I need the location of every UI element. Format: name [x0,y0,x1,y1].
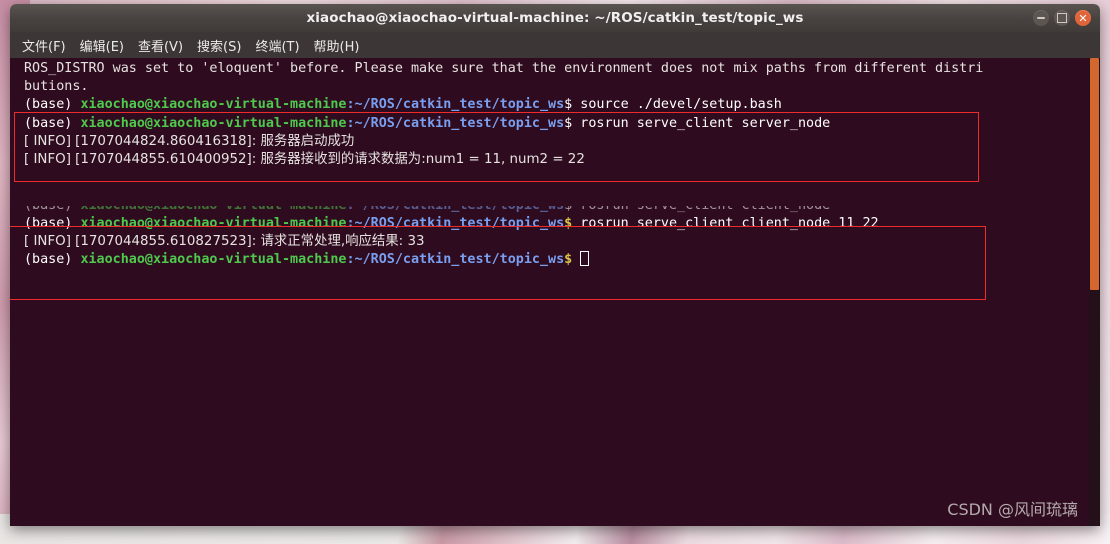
terminal-scrollbar-thumb[interactable] [1090,58,1099,290]
minimize-icon [1037,17,1045,19]
menu-item-view[interactable]: 查看(V) [138,36,183,55]
terminal-line-prompt-source: (base) xiaochao@xiaochao-virtual-machine… [24,96,1100,114]
menu-item-search[interactable]: 搜索(S) [197,36,241,55]
minimize-button[interactable] [1033,10,1049,26]
terminal-ghost-line-clip: (base) xiaochao@xiaochao-virtual-machine… [24,206,1100,215]
terminal-line-prompt-server: (base) xiaochao@xiaochao-virtual-machine… [24,115,1100,133]
terminal-line-info-server-start: [ INFO] [1707044824.860416318]: 服务器启动成功 [24,133,355,149]
command-source: source ./devel/setup.bash [580,97,782,113]
menu-item-file[interactable]: 文件(F) [22,36,66,55]
prompt-user-host: xiaochao@xiaochao-virtual-machine [80,206,346,213]
maximize-button[interactable] [1054,10,1070,26]
maximize-icon [1057,13,1067,23]
prompt-path: :~/ROS/catkin_test/topic_ws [346,252,565,268]
terminal-output[interactable]: ROS_DISTRO was set to 'eloquent' before.… [10,58,1100,526]
close-icon: ✕ [1078,11,1088,25]
menu-item-help[interactable]: 帮助(H) [314,36,360,55]
terminal-line-distro-warning-cont: butions. [24,79,89,95]
menu-item-terminal[interactable]: 终端(T) [255,36,299,55]
prompt-user-host: xiaochao@xiaochao-virtual-machine [80,252,347,268]
terminal-line-distro-warning: ROS_DISTRO was set to 'eloquent' before.… [24,61,984,76]
ghost-command-client: rosrun serve_client client_node [580,206,830,213]
terminal-blank-1 [24,169,1100,187]
prompt-sign: $ [564,252,581,268]
prompt-path: :~/ROS/catkin_test/topic_ws [346,206,564,213]
terminal-scrollbar[interactable] [1089,58,1100,526]
window-titlebar[interactable]: xiaochao@xiaochao-virtual-machine: ~/ROS… [10,4,1100,32]
prompt-path: :~/ROS/catkin_test/topic_ws [346,215,565,231]
window-controls: ✕ [1033,4,1091,32]
terminal-line-prompt-client: (base) xiaochao@xiaochao-virtual-machine… [24,215,1100,233]
prompt-env: (base) [24,97,81,113]
prompt-sign: $ [564,206,580,213]
window-title: xiaochao@xiaochao-virtual-machine: ~/ROS… [306,10,804,26]
terminal-line-prompt-final: (base) xiaochao@xiaochao-virtual-machine… [24,251,1100,269]
prompt-user-host: xiaochao@xiaochao-virtual-machine [80,115,347,131]
terminal-cursor [580,251,590,267]
terminal-line-info-client-resp: [ INFO] [1707044855.610827523]: 请求正常处理,响… [24,233,425,249]
command-rosrun-client: rosrun serve_client client_node 11 22 [580,215,879,231]
terminal-blank-2 [24,187,1100,205]
prompt-env: (base) [24,115,81,131]
prompt-env: (base) [24,215,81,231]
terminal-window: xiaochao@xiaochao-virtual-machine: ~/ROS… [10,4,1100,526]
prompt-env: (base) [24,252,81,268]
menubar: 文件(F) 编辑(E) 查看(V) 搜索(S) 终端(T) 帮助(H) [10,32,1100,58]
prompt-sign: $ [564,215,581,231]
prompt-user-host: xiaochao@xiaochao-virtual-machine [80,215,347,231]
prompt-path: :~/ROS/catkin_test/topic_ws [346,115,565,131]
prompt-user-host: xiaochao@xiaochao-virtual-machine [80,97,347,113]
watermark: CSDN @风间琉璃 [947,500,1078,519]
terminal-ghost-line-client: (base) xiaochao@xiaochao-virtual-machine… [24,206,830,215]
terminal-line-info-server-recv: [ INFO] [1707044855.610400952]: 服务器接收到的请… [24,152,585,168]
menu-item-edit[interactable]: 编辑(E) [80,36,124,55]
prompt-path: :~/ROS/catkin_test/topic_ws [346,97,565,113]
prompt-sign: $ [564,97,581,113]
prompt-sign: $ [564,115,581,131]
prompt-env: (base) [24,206,80,213]
command-rosrun-server: rosrun serve_client server_node [580,115,831,131]
close-button[interactable]: ✕ [1075,10,1091,26]
